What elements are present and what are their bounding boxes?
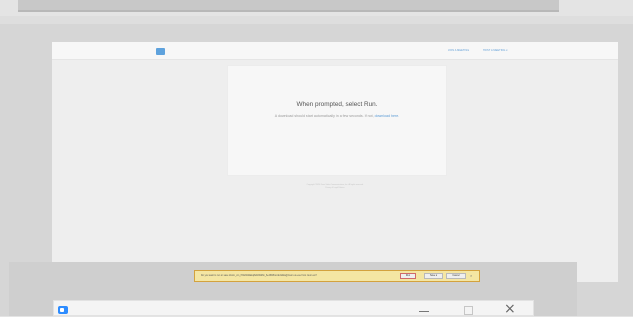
maximize-icon — [464, 306, 473, 315]
download-notification-bar: Do you want to run or save Zoom_cm_fXtGb… — [194, 270, 480, 282]
card-subtitle-text: A download should start automatically in… — [274, 114, 375, 118]
cancel-button[interactable]: Cancel — [446, 273, 466, 279]
zoom-download-page: JOIN A MEETING HOST A MEETING ▾ When pro… — [52, 42, 618, 282]
top-strip — [18, 0, 559, 12]
join-meeting-link[interactable]: JOIN A MEETING — [448, 49, 469, 52]
close-icon: × — [504, 301, 516, 317]
privacy-link[interactable]: Privacy & Legal Policies — [202, 187, 468, 190]
page-header: JOIN A MEETING HOST A MEETING ▾ — [52, 42, 618, 60]
gray-band — [0, 16, 633, 24]
zoom-window-titlebar: × — [53, 300, 534, 316]
zoom-logo-icon[interactable] — [156, 48, 165, 55]
host-meeting-link[interactable]: HOST A MEETING ▾ — [483, 49, 508, 52]
run-button[interactable]: Run — [400, 273, 416, 279]
card-title: When prompted, select Run. — [296, 101, 378, 108]
card-subtitle: A download should start automatically in… — [228, 114, 446, 118]
minimize-button[interactable] — [401, 301, 447, 316]
download-here-link[interactable]: download here. — [375, 114, 400, 118]
zoom-app-icon — [58, 306, 68, 314]
window-close-button[interactable]: × — [490, 301, 536, 316]
download-message: Do you want to run or save Zoom_cm_fXtGb… — [201, 275, 317, 277]
copyright: Copyright ©2020 Zoom Video Communication… — [202, 184, 468, 190]
maximize-button[interactable] — [446, 301, 492, 316]
minimize-icon — [419, 311, 429, 312]
close-icon[interactable]: × — [470, 273, 472, 278]
download-card: When prompted, select Run. A download sh… — [227, 65, 447, 176]
save-button[interactable]: Save ▾ — [424, 273, 443, 279]
